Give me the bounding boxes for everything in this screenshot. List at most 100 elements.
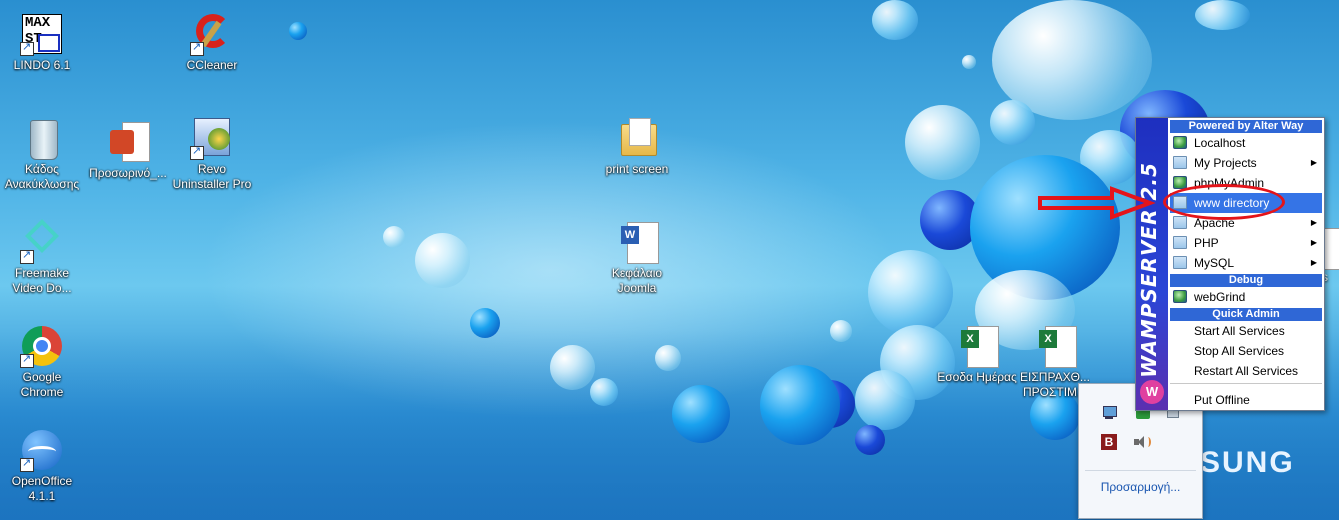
wamp-logo-icon: W (1140, 380, 1164, 404)
lindo-icon: MAX ST (20, 12, 64, 56)
excel-document-icon: X (1033, 324, 1077, 368)
desktop-icon-label: Κεφάλαιο Joomla (611, 266, 663, 295)
folder-icon (1173, 236, 1187, 249)
menu-item-put-offline[interactable]: Put Offline (1170, 390, 1322, 410)
menu-item-localhost[interactable]: Localhost (1170, 133, 1322, 153)
desktop-icon-recycle-bin[interactable]: Κάδος Ανακύκλωσης (0, 116, 84, 192)
ccleaner-icon (190, 12, 234, 56)
desktop-icon-openoffice[interactable]: OpenOffice 4.1.1 (0, 428, 84, 504)
bubble (470, 308, 500, 338)
desktop-icon-revo[interactable]: Revo Uninstaller Pro (170, 116, 254, 192)
desktop-icon-label: CCleaner (186, 58, 238, 72)
desktop-icon-label: Εσοδα Ημέρας (937, 370, 1017, 384)
excel-document-icon: X (955, 324, 999, 368)
shortcut-arrow-icon (20, 248, 34, 264)
menu-item-label: webGrind (1194, 290, 1246, 304)
menu-item-label: Put Offline (1194, 393, 1250, 407)
bubble (1195, 0, 1250, 30)
popup-divider (1085, 470, 1196, 471)
menu-item-label: Stop All Services (1194, 344, 1285, 358)
bubble (830, 320, 852, 342)
web-page-icon (1173, 290, 1187, 303)
excel-x-icon: X (961, 330, 979, 348)
bubble (289, 22, 307, 40)
desktop-icon-chrome[interactable]: Google Chrome (0, 324, 84, 400)
desktop-icon-label: Google Chrome (20, 370, 64, 399)
word-document-icon: W (615, 220, 659, 264)
wampserver-menu: WAMPSERVER 2.5 W Powered by Alter Way Lo… (1135, 117, 1325, 411)
submenu-arrow-icon: ▶ (1310, 158, 1317, 167)
menu-item-label: Restart All Services (1194, 364, 1299, 378)
menu-item-my-projects[interactable]: My Projects ▶ (1170, 153, 1322, 173)
desktop-icon-label: LINDO 6.1 (13, 58, 71, 72)
bubble (760, 365, 840, 445)
lindo-box-mark (38, 34, 60, 52)
bubble (905, 105, 980, 180)
menu-item-label: MySQL (1194, 256, 1235, 270)
b-app-icon[interactable]: B (1101, 434, 1117, 450)
wamp-side-title: WAMPSERVER 2.5 (1137, 162, 1161, 378)
desktop-icon-temp-doc[interactable]: Προσωρινό_... (86, 120, 170, 181)
freemake-icon (20, 219, 64, 264)
brand-logo-text: SUNG (1200, 446, 1295, 479)
revo-uninstaller-icon (190, 116, 234, 160)
speaker-icon[interactable] (1133, 434, 1151, 450)
desktop-icon-daily-income[interactable]: X Εσοδα Ημέρας (935, 324, 1019, 385)
submenu-arrow-icon: ▶ (1310, 238, 1317, 247)
bubble (655, 345, 681, 371)
menu-item-mysql[interactable]: MySQL ▶ (1170, 253, 1322, 273)
desktop-icon-print-screen[interactable]: print screen (595, 116, 679, 177)
desktop-icon-freemake[interactable]: Freemake Video Do... (0, 219, 84, 296)
bubble (855, 370, 915, 430)
desktop-icon-lindo[interactable]: MAX ST LINDO 6.1 (0, 12, 84, 73)
desktop-icon-label: Revo Uninstaller Pro (172, 162, 252, 191)
menu-item-label: Localhost (1194, 136, 1246, 150)
menu-item-label: My Projects (1194, 156, 1257, 170)
openoffice-icon (20, 428, 64, 472)
submenu-arrow-icon: ▶ (1310, 258, 1317, 267)
shortcut-arrow-icon (190, 40, 204, 56)
wamp-side-banner: WAMPSERVER 2.5 W (1136, 118, 1168, 410)
desktop-icon-joomla-doc[interactable]: W Κεφάλαιο Joomla (595, 220, 679, 296)
desktop-icon-label: print screen (605, 162, 669, 176)
folder-icon (1173, 156, 1187, 169)
shortcut-arrow-icon (20, 456, 34, 472)
annotation-circle (1163, 184, 1285, 220)
menu-item-stop-all[interactable]: Stop All Services (1170, 341, 1322, 361)
annotation-arrow-icon (1038, 186, 1156, 220)
menu-item-webgrind[interactable]: webGrind (1170, 287, 1322, 307)
shortcut-arrow-icon (20, 352, 34, 368)
desktop-icon-label: Προσωρινό_... (89, 166, 167, 180)
bubble (990, 100, 1035, 145)
shortcut-arrow-icon (190, 144, 204, 160)
word-w-icon: W (621, 226, 639, 244)
desktop-icon-ccleaner[interactable]: CCleaner (170, 12, 254, 73)
desktop-icon-label: Freemake Video Do... (12, 266, 72, 295)
menu-item-restart-all[interactable]: Restart All Services (1170, 361, 1322, 381)
menu-item-php[interactable]: PHP ▶ (1170, 233, 1322, 253)
menu-divider (1170, 383, 1322, 384)
network-icon[interactable] (1101, 404, 1117, 420)
bubble (590, 378, 618, 406)
bubble (672, 385, 730, 443)
bubble (855, 425, 885, 455)
desktop-icon-label: OpenOffice 4.1.1 (11, 474, 73, 503)
folder-icon (1173, 256, 1187, 269)
desktop-icon-label: Κάδος Ανακύκλωσης (4, 162, 80, 191)
document-icon (106, 120, 150, 164)
menu-header-powered: Powered by Alter Way (1170, 120, 1322, 133)
web-page-icon (1173, 136, 1187, 149)
customize-link[interactable]: Προσαρμογή... (1079, 480, 1202, 494)
bubble (868, 250, 953, 335)
folder-icon (1173, 216, 1187, 229)
excel-x-icon: X (1039, 330, 1057, 348)
bubble (550, 345, 595, 390)
submenu-arrow-icon: ▶ (1310, 218, 1317, 227)
menu-item-start-all[interactable]: Start All Services (1170, 321, 1322, 341)
shortcut-arrow-icon (20, 40, 34, 56)
menu-header-debug: Debug (1170, 274, 1322, 287)
recycle-bin-icon (20, 116, 64, 160)
folder-icon (615, 116, 659, 160)
chrome-icon (20, 324, 64, 368)
menu-header-quick-admin: Quick Admin (1170, 308, 1322, 321)
